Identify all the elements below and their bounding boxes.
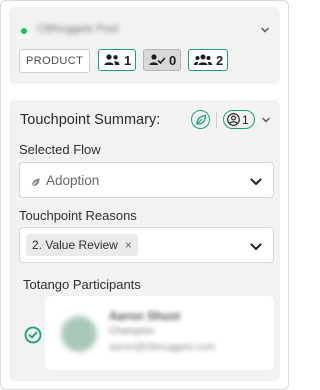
user-check-count: 0 [169,52,177,68]
touchpoint-reasons-select[interactable]: 2. Value Review × [19,227,274,263]
group-icon [193,53,213,67]
chevron-down-icon[interactable] [259,24,271,36]
status-indicator [21,28,27,34]
users-count: 1 [124,52,132,68]
participant-card[interactable]: Aaron Shust Champion aaron@cbtnuggets.co… [45,296,274,370]
participant-email: aaron@cbtnuggets.com [109,342,216,353]
touchpoint-summary-card: Touchpoint Summary: 1 Selected Flow Adop… [9,100,280,381]
users-icon [103,53,121,67]
leaf-icon [195,114,206,125]
remove-tag-icon[interactable]: × [125,238,132,252]
summary-title: Touchpoint Summary: [20,112,161,128]
user-check-count-chip[interactable]: 0 [143,49,182,71]
avatar [61,316,97,352]
flow-leaf-button[interactable] [191,110,210,129]
account-name[interactable]: CBNuggets Pool [37,23,157,37]
selected-flow-select[interactable]: Adoption [19,162,274,198]
account-card: CBNuggets Pool PRODUCT 1 0 2 [9,7,280,84]
chevron-down-icon[interactable] [249,240,263,258]
check-circle-icon[interactable] [24,326,42,349]
divider [216,112,217,128]
leaf-icon [30,175,41,193]
widget-frame: CBNuggets Pool PRODUCT 1 0 2 Touchpoint … [0,0,289,390]
chevron-down-icon[interactable] [260,114,272,126]
users-count-chip[interactable]: 1 [98,49,137,71]
chevron-down-icon[interactable] [249,175,263,193]
user-check-icon [148,53,166,67]
group-count: 2 [216,52,224,68]
participant-role: Champion [109,326,155,337]
participants-chip[interactable]: 1 [223,110,255,129]
selected-flow-value: Adoption [46,173,100,188]
person-circle-icon [227,113,240,126]
participant-name: Aaron Shust [109,309,181,323]
reason-tag: 2. Value Review × [26,234,138,256]
touchpoint-reasons-label: Touchpoint Reasons [19,208,137,223]
participants-count: 1 [242,112,249,127]
group-count-chip[interactable]: 2 [188,49,229,71]
participants-label: Totango Participants [23,277,141,292]
selected-flow-label: Selected Flow [19,142,101,157]
reason-tag-label: 2. Value Review [32,238,118,252]
product-chip[interactable]: PRODUCT [19,49,91,73]
